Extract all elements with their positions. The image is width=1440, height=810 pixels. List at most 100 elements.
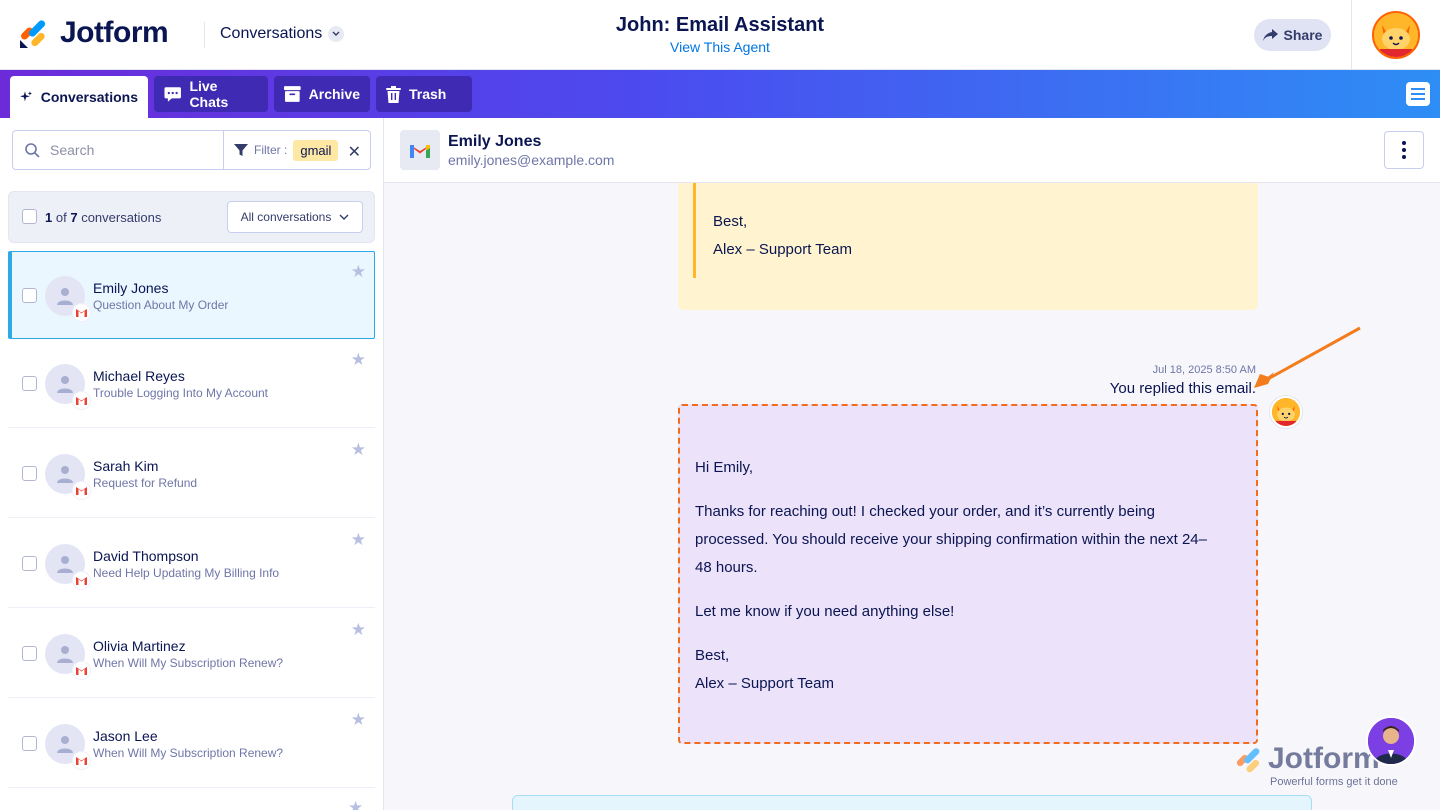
conversation-subject: Trouble Logging Into My Account: [93, 386, 268, 400]
person-icon: [57, 646, 73, 663]
tab-live-chats[interactable]: Live Chats: [154, 76, 268, 112]
section-dropdown-label: Conversations: [220, 25, 323, 42]
message-signature: Alex – Support Team: [713, 241, 852, 258]
tab-archive[interactable]: Archive: [274, 76, 370, 112]
tab-label: Conversations: [40, 89, 138, 105]
share-icon: [1262, 29, 1278, 41]
contact-name: Jason Lee: [93, 728, 158, 744]
trash-icon: [386, 85, 401, 103]
star-icon[interactable]: ★: [351, 440, 366, 460]
contact-name: Michael Reyes: [93, 368, 185, 384]
tab-bar: Conversations Live Chats Archive Trash: [0, 70, 1440, 118]
jotform-logo[interactable]: Jotform: [18, 16, 169, 50]
divider: [204, 22, 205, 48]
message-closing: Best,: [713, 213, 748, 230]
person-icon: [57, 466, 73, 483]
search-input[interactable]: Search: [12, 130, 224, 170]
conversation-item[interactable]: Jason Lee When Will My Subscription Rene…: [8, 700, 375, 788]
reply-body-line: 48 hours.: [695, 559, 758, 576]
star-icon[interactable]: ★: [351, 530, 366, 550]
scope-dropdown-label: All conversations: [240, 210, 332, 224]
conversation-subject: When Will My Subscription Renew?: [93, 656, 284, 670]
reply-body-line: processed. You should receive your shipp…: [695, 531, 1207, 548]
selection-bar: 1 of 7 conversations All conversations: [8, 191, 375, 243]
user-avatar[interactable]: [1372, 11, 1420, 59]
contact-name: Emily Jones: [93, 280, 169, 296]
filter-field[interactable]: Filter : gmail ✕: [223, 130, 371, 170]
conversation-count: 1 of 7 conversations: [45, 210, 161, 225]
search-icon: [25, 142, 40, 158]
brand-name: Jotform: [60, 16, 169, 49]
view-agent-link[interactable]: View This Agent: [520, 39, 920, 55]
conversation-item[interactable]: Emily Jones Question About My Order ★: [8, 251, 375, 339]
item-checkbox[interactable]: [22, 556, 37, 571]
conversation-subject: Need Help Updating My Billing Info: [93, 566, 280, 580]
conversation-subject: Question About My Order: [93, 298, 229, 312]
reply-body-line: Thanks for reaching out! I checked your …: [695, 503, 1155, 520]
star-icon[interactable]: ★: [351, 262, 366, 282]
item-checkbox[interactable]: [22, 376, 37, 391]
count-of: of: [55, 210, 67, 225]
item-checkbox[interactable]: [22, 736, 37, 751]
reply-closing: Best,: [695, 647, 730, 664]
conversation-item[interactable]: Sarah Kim Request for Refund ★: [8, 430, 375, 518]
reply-signature: Alex – Support Team: [695, 675, 834, 692]
tab-label: Archive: [308, 86, 360, 102]
conversation-item[interactable]: Michael Reyes Trouble Logging Into My Ac…: [8, 340, 375, 428]
person-icon: [57, 376, 73, 393]
agent-avatar: [1270, 396, 1302, 428]
share-label: Share: [1283, 27, 1323, 43]
gmail-icon: [400, 130, 440, 170]
chat-icon: [164, 86, 181, 102]
sparkle-icon: [20, 91, 33, 102]
star-icon[interactable]: ★: [351, 350, 366, 370]
jotform-logo-icon: [20, 20, 46, 48]
star-icon[interactable]: ★: [348, 798, 363, 810]
chevron-down-icon: [328, 26, 345, 42]
person-icon: [57, 288, 73, 305]
hamburger-menu-button[interactable]: [1406, 82, 1430, 106]
conversation-header: Emily Jones emily.jones@example.com: [384, 118, 1440, 183]
scope-dropdown[interactable]: All conversations: [227, 201, 363, 233]
person-icon: [57, 736, 73, 753]
reply-body-line: Let me know if you need anything else!: [695, 603, 955, 620]
search-placeholder: Search: [50, 142, 95, 158]
conversation-subject: Request for Refund: [93, 476, 198, 490]
count-total: 7: [70, 210, 78, 225]
archive-icon: [284, 86, 301, 102]
conversation-item[interactable]: Olivia Martinez When Will My Subscriptio…: [8, 610, 375, 698]
cat-mascot-icon: [1374, 13, 1418, 57]
contact-name: Olivia Martinez: [93, 638, 186, 654]
dot: [1402, 155, 1406, 159]
filter-chip[interactable]: gmail: [293, 139, 339, 161]
star-icon[interactable]: ★: [351, 620, 366, 640]
tab-trash[interactable]: Trash: [376, 76, 472, 112]
reply-status: You replied this email.: [1109, 380, 1256, 397]
dot: [1402, 148, 1406, 152]
item-checkbox[interactable]: [22, 646, 37, 661]
clear-filter-icon[interactable]: ✕: [348, 142, 361, 162]
top-bar: Jotform Conversations John: Email Assist…: [0, 0, 1440, 70]
menu-line: [1411, 98, 1425, 100]
contact-email: emily.jones@example.com: [448, 152, 615, 168]
gmail-icon: [73, 752, 90, 769]
share-button[interactable]: Share: [1254, 19, 1331, 51]
tab-label: Live Chats: [189, 78, 229, 110]
contact-name: Sarah Kim: [93, 458, 159, 474]
conversation-item[interactable]: David Thompson Need Help Updating My Bil…: [8, 520, 375, 608]
gmail-icon: [73, 572, 90, 589]
divider: [1351, 0, 1352, 70]
item-checkbox[interactable]: [22, 466, 37, 481]
menu-line: [1411, 88, 1425, 90]
more-options-button[interactable]: [1384, 131, 1424, 169]
agent-chat-launcher[interactable]: [1366, 716, 1416, 766]
next-message: [512, 795, 1312, 810]
select-all-checkbox[interactable]: [22, 209, 37, 224]
tab-conversations[interactable]: Conversations: [10, 76, 148, 118]
tab-label: Trash: [409, 86, 447, 102]
star-icon[interactable]: ★: [351, 710, 366, 730]
gmail-icon: [73, 392, 90, 409]
item-checkbox[interactable]: [22, 288, 37, 303]
cat-mascot-icon: [1272, 398, 1300, 426]
section-dropdown[interactable]: Conversations: [220, 25, 345, 43]
